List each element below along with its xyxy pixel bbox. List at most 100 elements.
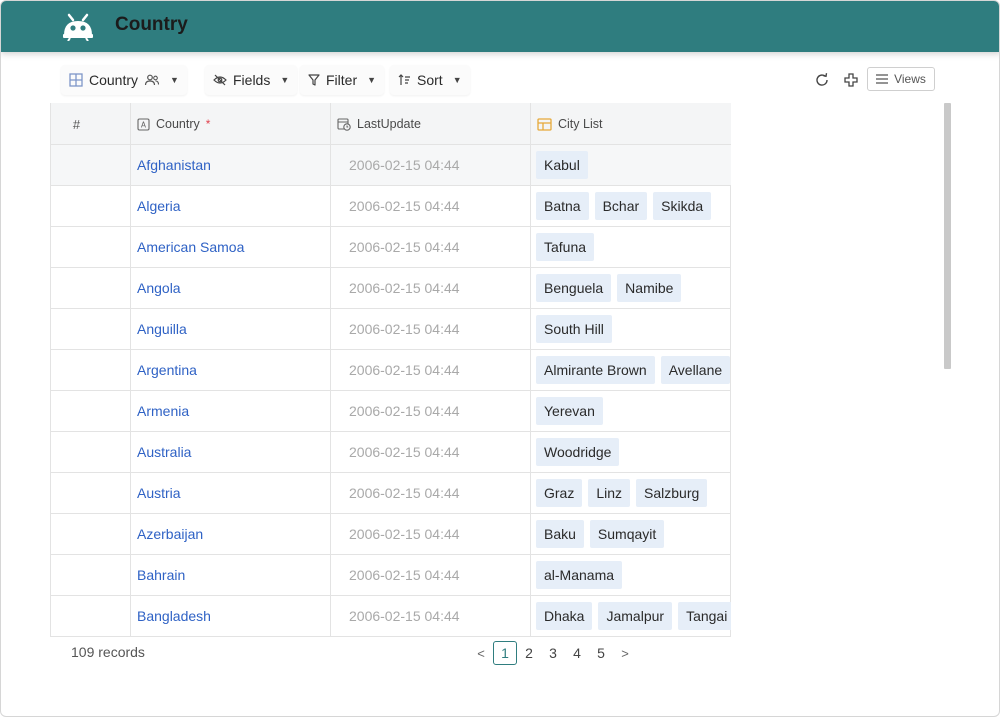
last-update-cell[interactable]: 2006-02-15 04:44 [331,186,531,226]
city-chip[interactable]: Almirante Brown [536,356,655,384]
table-row[interactable]: Azerbaijan 2006-02-15 04:44 Baku Sumqayit [51,514,731,555]
city-chip[interactable]: al-Manama [536,561,623,589]
column-header-country[interactable]: A Country * [131,103,331,145]
country-cell[interactable]: Bahrain [131,555,331,595]
table-row[interactable]: Bahrain 2006-02-15 04:44 al-Manama [51,555,731,596]
pagination-page-4[interactable]: 4 [565,641,589,665]
last-update-cell[interactable]: 2006-02-15 04:44 [331,350,531,390]
country-cell[interactable]: Algeria [131,186,331,226]
table-row[interactable]: Argentina 2006-02-15 04:44 Almirante Brown… [51,350,731,391]
city-list-cell[interactable]: Kabul [531,145,731,185]
view-selector-button[interactable]: Country ▼ [61,65,187,95]
table-row[interactable]: Bangladesh 2006-02-15 04:44 Dhaka Jamalpur T… [51,596,731,637]
city-chip[interactable]: Avellane [660,356,731,384]
country-cell[interactable]: American Samoa [131,227,331,267]
row-number-cell[interactable] [51,432,131,472]
country-cell[interactable]: Bangladesh [131,596,331,636]
vertical-scrollbar[interactable] [944,103,951,369]
row-number-cell[interactable] [51,514,131,554]
city-chip[interactable]: Namibe [617,274,682,302]
city-list-cell[interactable]: Dhaka Jamalpur Tangai [531,596,731,636]
city-chip[interactable]: Benguela [536,274,612,302]
table-row[interactable]: Australia 2006-02-15 04:44 Woodridge [51,432,731,473]
table-row[interactable]: Armenia 2006-02-15 04:44 Yerevan [51,391,731,432]
table-row[interactable]: Angola 2006-02-15 04:44 Benguela Namibe [51,268,731,309]
pagination-page-1[interactable]: 1 [493,641,517,665]
last-update-cell[interactable]: 2006-02-15 04:44 [331,145,531,185]
city-chip[interactable]: Bchar [594,192,648,220]
city-chip[interactable]: Linz [588,479,631,507]
plus-icon[interactable] [843,72,859,88]
city-list-cell[interactable]: Benguela Namibe [531,268,731,308]
city-list-cell[interactable]: al-Manama [531,555,731,595]
city-chip[interactable]: Skikda [653,192,712,220]
last-update-cell[interactable]: 2006-02-15 04:44 [331,596,531,636]
pagination-page-5[interactable]: 5 [589,641,613,665]
city-chip[interactable]: Sumqayit [589,520,665,548]
city-chip[interactable]: Woodridge [536,438,620,466]
city-chip[interactable]: Tafuna [536,233,595,261]
last-update-cell[interactable]: 2006-02-15 04:44 [331,309,531,349]
last-update-cell[interactable]: 2006-02-15 04:44 [331,514,531,554]
city-chip[interactable]: Tangai [678,602,731,630]
country-cell[interactable]: Afghanistan [131,145,331,185]
city-chip[interactable]: South Hill [536,315,612,343]
table-row[interactable]: Austria 2006-02-15 04:44 Graz Linz Salzburg [51,473,731,514]
row-number-cell[interactable] [51,227,131,267]
city-list-cell[interactable]: Graz Linz Salzburg [531,473,731,513]
country-cell[interactable]: Australia [131,432,331,472]
row-number-cell[interactable] [51,186,131,226]
country-cell[interactable]: Armenia [131,391,331,431]
city-list-cell[interactable]: South Hill [531,309,731,349]
table-row[interactable]: Anguilla 2006-02-15 04:44 South Hill [51,309,731,350]
city-chip[interactable]: Dhaka [536,602,593,630]
last-update-cell[interactable]: 2006-02-15 04:44 [331,555,531,595]
pagination-page-2[interactable]: 2 [517,641,541,665]
sort-button[interactable]: Sort ▼ [390,65,470,95]
city-list-cell[interactable]: Tafuna [531,227,731,267]
last-update-cell[interactable]: 2006-02-15 04:44 [331,227,531,267]
city-chip[interactable]: Batna [536,192,589,220]
pagination-page-3[interactable]: 3 [541,641,565,665]
last-update-cell[interactable]: 2006-02-15 04:44 [331,432,531,472]
row-number-cell[interactable] [51,309,131,349]
city-list-cell[interactable]: Yerevan [531,391,731,431]
country-cell[interactable]: Argentina [131,350,331,390]
fields-button[interactable]: Fields ▼ [205,65,298,95]
city-list-cell[interactable]: Woodridge [531,432,731,472]
row-number-cell[interactable] [51,473,131,513]
table-row[interactable]: Algeria 2006-02-15 04:44 Batna Bchar Skikda [51,186,731,227]
city-chip[interactable]: Baku [536,520,584,548]
column-header-city-list[interactable]: City List [531,103,731,145]
last-update-cell[interactable]: 2006-02-15 04:44 [331,473,531,513]
reload-icon[interactable] [814,72,830,88]
city-list-cell[interactable]: Almirante Brown Avellane [531,350,731,390]
city-chip[interactable]: Salzburg [636,479,708,507]
country-cell[interactable]: Austria [131,473,331,513]
row-number-cell[interactable] [51,555,131,595]
country-cell[interactable]: Azerbaijan [131,514,331,554]
pagination-next-button[interactable]: > [613,641,637,665]
column-header-last-update[interactable]: LastUpdate [331,103,531,145]
city-chip[interactable]: Graz [536,479,583,507]
city-chip[interactable]: Yerevan [536,397,603,425]
filter-button[interactable]: Filter ▼ [300,65,385,95]
robot-logo-icon[interactable] [61,13,95,41]
country-cell[interactable]: Anguilla [131,309,331,349]
last-update-cell[interactable]: 2006-02-15 04:44 [331,391,531,431]
row-number-cell[interactable] [51,145,131,185]
city-chip[interactable]: Jamalpur [598,602,673,630]
row-number-cell[interactable] [51,391,131,431]
city-chip[interactable]: Kabul [536,151,588,179]
city-list-cell[interactable]: Batna Bchar Skikda [531,186,731,226]
table-row[interactable]: Afghanistan 2006-02-15 04:44 Kabul [51,145,731,186]
row-number-cell[interactable] [51,596,131,636]
country-cell[interactable]: Angola [131,268,331,308]
last-update-cell[interactable]: 2006-02-15 04:44 [331,268,531,308]
views-button[interactable]: Views [867,67,935,91]
row-number-cell[interactable] [51,268,131,308]
row-number-cell[interactable] [51,350,131,390]
table-row[interactable]: American Samoa 2006-02-15 04:44 Tafuna [51,227,731,268]
pagination-prev-button[interactable]: < [469,641,493,665]
city-list-cell[interactable]: Baku Sumqayit [531,514,731,554]
